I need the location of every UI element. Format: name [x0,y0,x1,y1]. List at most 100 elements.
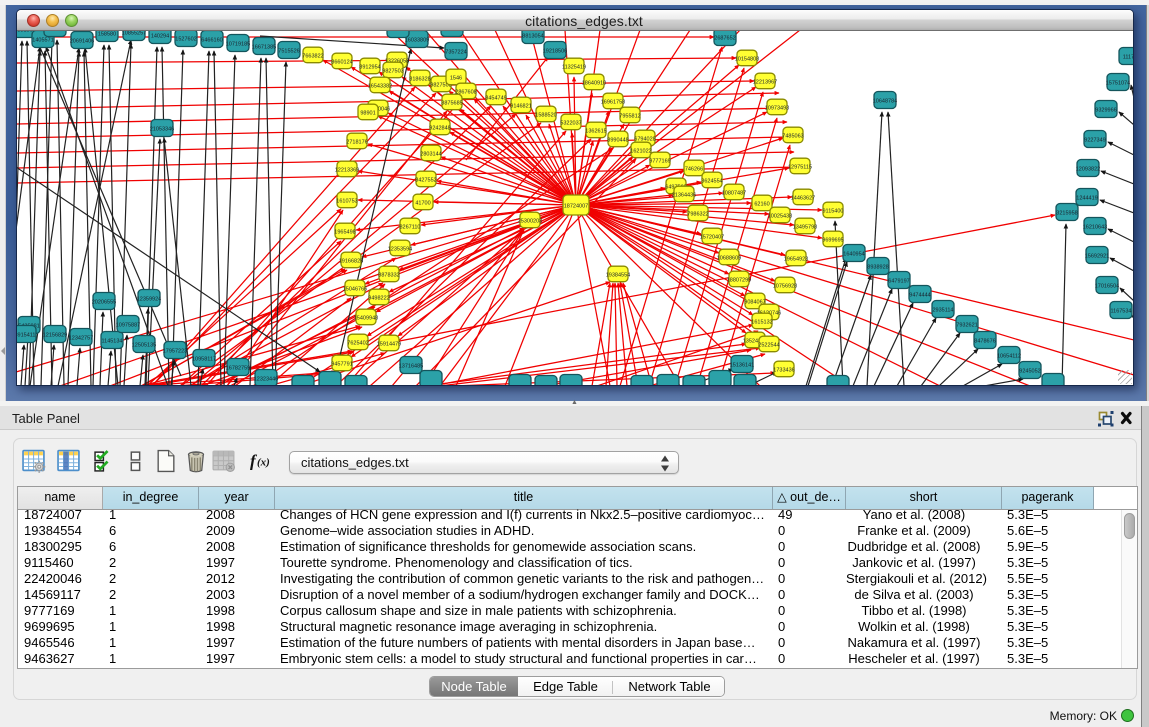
svg-text:25300203: 25300203 [518,218,542,224]
svg-text:1167534: 1167534 [1110,308,1131,314]
svg-text:18807299: 18807299 [727,277,751,283]
svg-text:13716485: 13716485 [399,363,423,369]
svg-text:8938928: 8938928 [867,264,888,270]
svg-text:3215958: 3215958 [1056,210,1077,216]
svg-text:1546: 1546 [450,75,462,81]
svg-text:9245052: 9245052 [1019,368,1040,374]
svg-text:7932621: 7932621 [956,322,977,328]
svg-text:7357224: 7357224 [445,49,466,55]
svg-text:1145134: 1145134 [101,338,122,344]
svg-text:10756928: 10756928 [773,283,797,289]
svg-text:1610753: 1610753 [336,198,357,204]
svg-text:9699695: 9699695 [822,237,843,243]
svg-text:158580: 158580 [98,31,116,37]
svg-text:10688609: 10688609 [717,255,741,261]
svg-text:12342757: 12342757 [69,335,93,341]
svg-text:12505135: 12505135 [132,342,156,348]
svg-text:5322037: 5322037 [560,120,581,126]
svg-text:19384554: 19384554 [606,272,630,278]
svg-text:14463627: 14463627 [791,195,815,201]
svg-text:9242848: 9242848 [429,125,450,131]
svg-text:10975887: 10975887 [116,322,140,328]
svg-text:16033809: 16033809 [405,37,429,43]
svg-text:98901: 98901 [360,110,375,116]
svg-text:140294: 140294 [151,33,169,39]
svg-text:1640954: 1640954 [843,251,864,257]
svg-text:8427552: 8427552 [415,177,436,183]
svg-text:15720407: 15720407 [700,234,724,240]
svg-text:18640910: 18640910 [582,80,606,86]
svg-text:8478676: 8478676 [974,338,995,344]
svg-text:7955812: 7955812 [619,113,640,119]
svg-text:11325419: 11325419 [562,64,586,70]
svg-text:10648784: 10648784 [873,98,897,104]
svg-text:1965498: 1965498 [334,229,355,235]
svg-text:8454749: 8454749 [485,95,506,101]
svg-text:19654923: 19654923 [784,256,808,262]
svg-text:15136141: 15136141 [730,362,754,368]
svg-text:62160: 62160 [754,201,769,207]
svg-text:10154808: 10154808 [735,56,759,62]
svg-text:8990448: 8990448 [607,137,628,143]
svg-text:7515526: 7515526 [278,48,299,54]
svg-text:12359924: 12359924 [137,296,161,302]
svg-text:15692921: 15692921 [1085,253,1109,259]
svg-text:12353594: 12353594 [388,246,412,252]
svg-text:20691406: 20691406 [70,38,94,44]
svg-text:10973493: 10973493 [765,105,789,111]
svg-text:3624554: 3624554 [701,178,722,184]
svg-text:9457791: 9457791 [331,361,352,367]
svg-text:9474444: 9474444 [909,292,930,298]
svg-text:8267110: 8267110 [399,224,420,230]
svg-text:1621022: 1621022 [630,148,651,154]
svg-text:2718176: 2718176 [346,139,367,145]
svg-text:8912954: 8912954 [359,64,380,70]
svg-text:7986322: 7986322 [687,211,708,217]
svg-text:8813054: 8813054 [522,33,543,39]
svg-text:10807487: 10807487 [722,190,746,196]
svg-text:17016504: 17016504 [1095,283,1119,289]
svg-text:13495798: 13495798 [793,224,817,230]
svg-text:1405571: 1405571 [32,37,53,43]
svg-text:18724007: 18724007 [564,203,588,209]
svg-text:1615132: 1615132 [751,319,772,325]
svg-text:12213967: 12213967 [753,79,777,85]
svg-text:6479197: 6479197 [888,278,909,284]
svg-text:12975115: 12975115 [788,164,812,170]
svg-text:9115400: 9115400 [822,208,843,214]
svg-text:1733436: 1733436 [773,367,794,373]
svg-text:1588520: 1588520 [535,112,556,118]
svg-text:3915411: 3915411 [17,332,36,338]
svg-text:16782759: 16782759 [226,365,250,371]
svg-text:9146821: 9146821 [510,103,531,109]
svg-text:2935114: 2935114 [932,307,953,313]
svg-text:12213369: 12213369 [335,167,359,173]
svg-text:17957223: 17957223 [163,348,187,354]
svg-text:3875685: 3875685 [441,100,462,106]
svg-text:1527602: 1527602 [175,36,196,42]
svg-text:8186328: 8186328 [409,76,430,82]
svg-text:19166825: 19166825 [339,258,363,264]
svg-text:10855257: 10855257 [122,31,146,36]
svg-text:9498222: 9498222 [368,295,389,301]
svg-text:15914479: 15914479 [377,341,401,347]
svg-text:9227349: 9227349 [1084,137,1105,143]
svg-text:10654112: 10654112 [997,353,1021,359]
svg-text:16210643: 16210643 [1083,224,1107,230]
svg-text:9329966: 9329966 [1095,107,1116,113]
svg-text:8660124: 8660124 [331,59,352,65]
svg-text:7625402: 7625402 [347,340,368,346]
svg-text:2522544: 2522544 [758,342,779,348]
svg-text:1244419: 1244419 [1076,195,1097,201]
svg-text:10025438: 10025438 [768,213,792,219]
svg-text:11172: 11172 [1123,54,1133,60]
svg-text:746266: 746266 [685,166,703,172]
svg-text:12093822: 12093822 [1076,166,1100,172]
svg-text:16543382: 16543382 [368,83,392,89]
svg-text:21053346: 21053346 [150,126,174,132]
svg-text:(x): (x) [257,457,270,469]
svg-text:1362615: 1362615 [585,128,606,134]
svg-text:2803144: 2803144 [420,151,441,157]
svg-text:2687652: 2687652 [714,35,735,41]
svg-text:7485063: 7485063 [782,133,803,139]
